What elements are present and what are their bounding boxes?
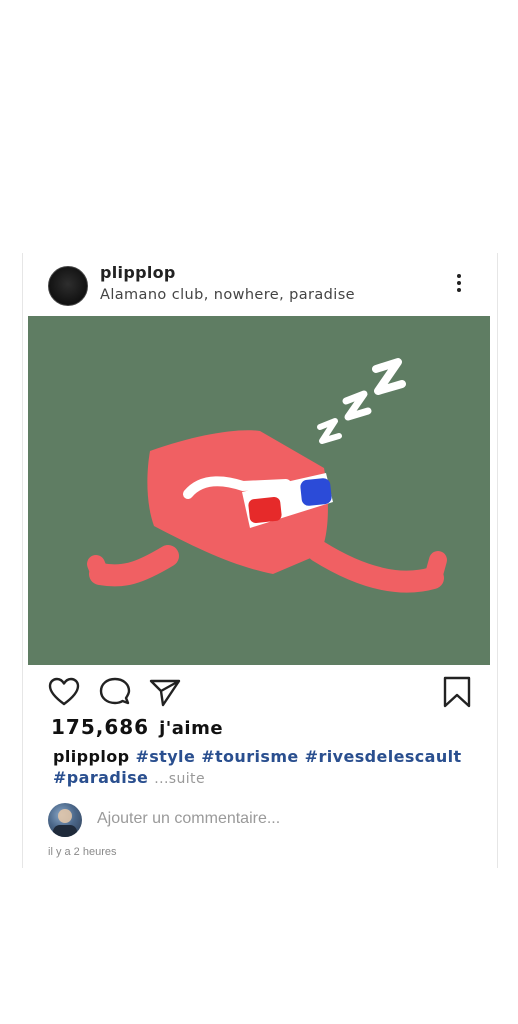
comment-row: Ajouter un commentaire...: [48, 801, 488, 841]
hashtag[interactable]: #rivesdelescault: [305, 747, 462, 766]
likes-number: 175,686: [51, 715, 150, 739]
post-card: plipplop Alamano club, nowhere, paradise: [22, 253, 498, 868]
commenter-avatar: [48, 803, 82, 837]
likes-count[interactable]: 175,686 j'aime: [51, 715, 223, 739]
post-caption: plipplop #style #tourisme #rivesdelescau…: [53, 746, 483, 790]
post-image[interactable]: [28, 316, 490, 665]
hashtag[interactable]: #style: [135, 747, 195, 766]
hashtag[interactable]: #tourisme: [201, 747, 298, 766]
bookmark-icon[interactable]: [440, 675, 474, 709]
post-illustration: [28, 316, 490, 665]
comment-input[interactable]: Ajouter un commentaire...: [97, 810, 280, 828]
send-icon[interactable]: [148, 675, 182, 709]
post-header: plipplop Alamano club, nowhere, paradise: [23, 253, 497, 315]
caption-username[interactable]: plipplop: [53, 747, 129, 766]
comment-icon[interactable]: [98, 675, 132, 709]
post-location[interactable]: Alamano club, nowhere, paradise: [100, 287, 355, 303]
likes-word: j'aime: [159, 718, 224, 739]
hashtag[interactable]: #paradise: [53, 768, 148, 787]
avatar[interactable]: [48, 266, 88, 306]
post-actions: [23, 673, 497, 713]
post-timestamp: il y a 2 heures: [48, 846, 117, 858]
heart-icon[interactable]: [47, 675, 81, 709]
caption-more-link[interactable]: ...suite: [154, 771, 205, 787]
more-options-icon[interactable]: [449, 271, 469, 297]
post-username[interactable]: plipplop: [100, 263, 176, 282]
